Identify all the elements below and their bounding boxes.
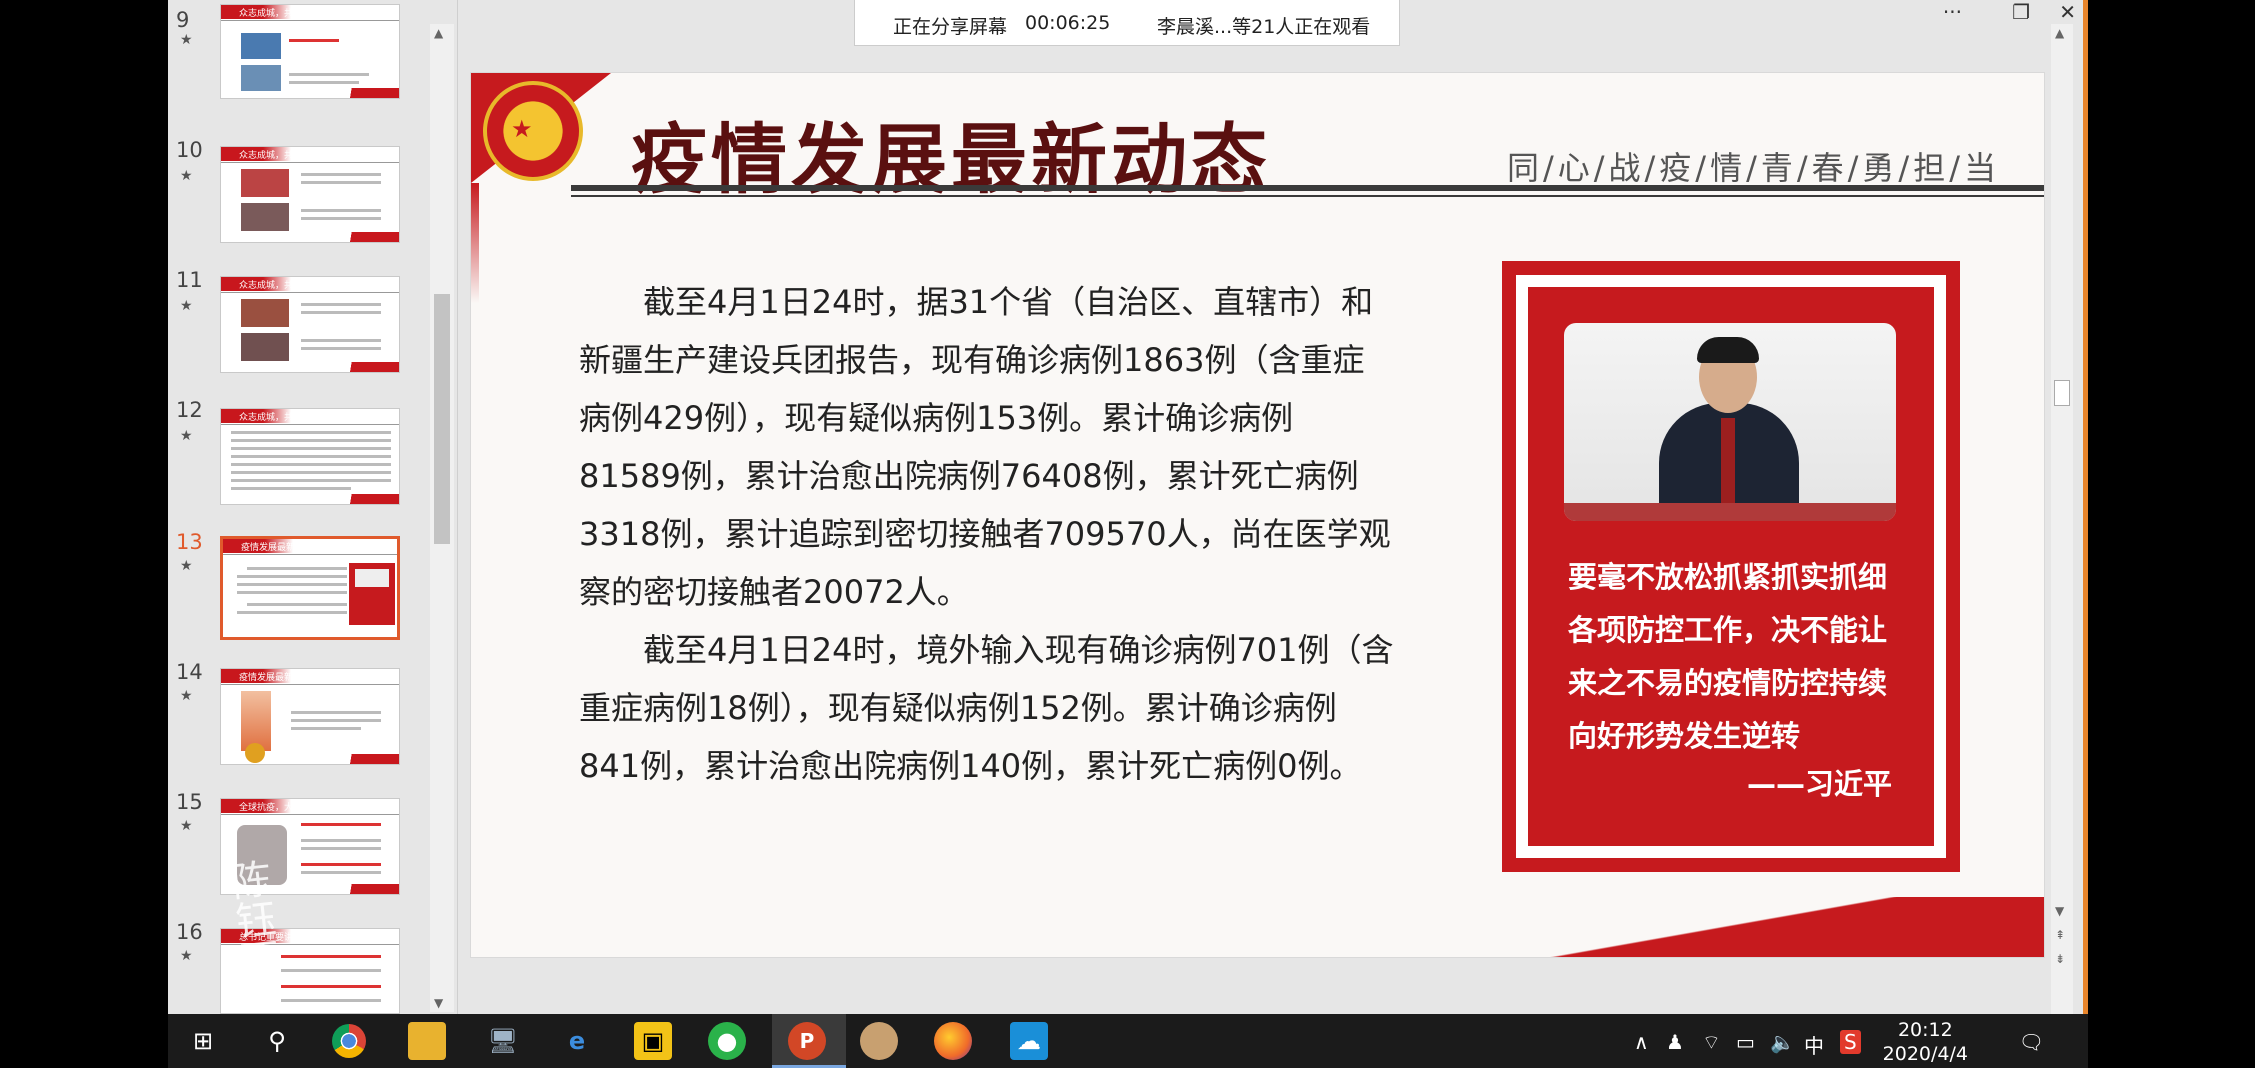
- next-slide-icon[interactable]: ⇟: [2055, 952, 2065, 966]
- animation-star-icon: ★: [180, 428, 193, 444]
- thumb-title: 众志成城，共同抗疫: [239, 413, 321, 423]
- quote-box[interactable]: 要毫不放松抓紧抓实抓细各项防控工作，决不能让来之不易的疫情防控持续向好形势发生逆…: [1502, 261, 1960, 872]
- animation-star-icon: ★: [180, 688, 193, 704]
- portrait-photo: [1564, 323, 1896, 521]
- thumb-number: 9: [176, 8, 190, 32]
- paragraph-imported: 截至4月1日24时，境外输入现有确诊病例701例（含重症病例18例），现有疑似病…: [579, 631, 1394, 785]
- more-options-icon[interactable]: ···: [1943, 0, 1962, 24]
- previous-slide-icon[interactable]: ⇞: [2055, 928, 2065, 942]
- thumb-title: 众志成城，共同抗疫: [239, 281, 321, 291]
- share-duration: 00:06:25: [1025, 12, 1111, 34]
- cloud-app-icon[interactable]: ☁: [1010, 1022, 1048, 1060]
- scroll-down-arrow-icon[interactable]: ▼: [434, 996, 443, 1010]
- quote-author: ——习近平: [1746, 767, 1892, 801]
- close-icon[interactable]: ✕: [2059, 0, 2076, 24]
- window-edge-right: [2083, 0, 2088, 1016]
- search-icon[interactable]: ⚲: [258, 1022, 296, 1060]
- tray-expand-icon[interactable]: ∧: [1634, 1030, 1649, 1054]
- qq-icon[interactable]: ♟: [1666, 1030, 1684, 1054]
- animation-star-icon: ★: [180, 558, 193, 574]
- scroll-down-arrow-icon[interactable]: ▼: [2055, 904, 2064, 918]
- slide-scrollbar[interactable]: ▲ ▼ ⇞ ⇟: [2051, 24, 2073, 1014]
- animation-star-icon: ★: [180, 32, 193, 48]
- powerpoint-icon[interactable]: P: [788, 1022, 826, 1060]
- title-divider: [571, 185, 2044, 191]
- cat-app-icon[interactable]: [860, 1022, 898, 1060]
- file-explorer-icon[interactable]: [408, 1022, 446, 1060]
- clock-date: 2020/4/4: [1882, 1043, 1968, 1065]
- thumb-preview[interactable]: 疫情发展最新动态: [220, 668, 400, 765]
- quote-text: 要毫不放松抓紧抓实抓细各项防控工作，决不能让来之不易的疫情防控持续向好形势发生逆…: [1568, 560, 1888, 753]
- thumb-title: 疫情发展最新动态: [241, 543, 314, 553]
- share-status: 正在分享屏幕: [893, 16, 1008, 38]
- thumb-title: 疫情发展最新动态: [239, 673, 312, 683]
- network-icon[interactable]: ⌔: [1702, 1030, 1721, 1055]
- thumb-number: 15: [176, 790, 203, 814]
- thumb-title: 众志成城，共同抗疫: [239, 151, 321, 161]
- computer-icon[interactable]: 🖥: [484, 1022, 522, 1060]
- restore-window-icon[interactable]: ❐: [2012, 0, 2030, 24]
- chrome-icon[interactable]: [332, 1024, 366, 1058]
- animation-star-icon: ★: [180, 818, 193, 834]
- notification-icon[interactable]: 🗨: [2019, 1030, 2044, 1054]
- thumb-title: 众志成城，共同抗疫: [239, 9, 321, 19]
- thumbnail-scrollbar[interactable]: ▲ ▼: [430, 24, 454, 1012]
- thumb-number: 14: [176, 660, 203, 684]
- slide-subtitle[interactable]: 同/心/战/疫/情/青/春/勇/担/当: [1507, 143, 2000, 189]
- thumb-number: 16: [176, 920, 203, 944]
- ime-indicator[interactable]: 中: [1804, 1030, 1824, 1059]
- thumb-number: 12: [176, 398, 203, 422]
- slide-title[interactable]: 疫情发展最新动态: [631, 98, 1271, 208]
- wechat-icon[interactable]: ●: [708, 1022, 746, 1060]
- edge-icon[interactable]: e: [558, 1022, 596, 1060]
- scrollbar-thumb[interactable]: [2054, 380, 2070, 406]
- battery-icon[interactable]: ▭: [1736, 1030, 1755, 1054]
- taskbar: ⊞ ⚲ 🖥 e ▣ ● P ☁ ∧ ♟ ⌔ ▭ 🔈 中 S 20:12 2020…: [168, 1014, 2088, 1068]
- thumb-preview[interactable]: 众志成城，共同抗疫: [220, 408, 400, 505]
- thumb-preview[interactable]: 众志成城，共同抗疫: [220, 146, 400, 243]
- thumb-preview[interactable]: 众志成城，共同抗疫: [220, 276, 400, 373]
- paragraph-domestic: 截至4月1日24时，据31个省（自治区、直辖市）和新疆生产建设兵团报告，现有确诊…: [579, 283, 1391, 611]
- screen-share-bar[interactable]: 正在分享屏幕 00:06:25 李晨溪...等21人正在观看: [854, 0, 1400, 46]
- sticky-notes-icon[interactable]: ▣: [634, 1022, 672, 1060]
- slide-body-text[interactable]: 截至4月1日24时，据31个省（自治区、直辖市）和新疆生产建设兵团报告，现有确诊…: [579, 273, 1394, 795]
- scroll-up-arrow-icon[interactable]: ▲: [2055, 26, 2064, 40]
- league-emblem-icon: ★: [483, 81, 583, 181]
- thumb-number: 13: [176, 530, 203, 554]
- volume-icon[interactable]: 🔈: [1770, 1030, 1795, 1054]
- thumb-number: 10: [176, 138, 203, 162]
- animation-star-icon: ★: [180, 948, 193, 964]
- animation-star-icon: ★: [180, 168, 193, 184]
- thumb-title: 全球抗疫，大国担当: [239, 803, 321, 813]
- windows-start-icon[interactable]: ⊞: [184, 1022, 222, 1060]
- screen: 9 ★ 众志成城，共同抗疫 10 ★ 众志成城，共同抗疫 11 ★ 众志成城，共…: [168, 0, 2088, 1068]
- firefox-icon[interactable]: [934, 1022, 972, 1060]
- animation-star-icon: ★: [180, 298, 193, 314]
- thumb-preview[interactable]: 众志成城，共同抗疫: [220, 4, 400, 99]
- thumb-preview-selected[interactable]: 疫情发展最新动态: [220, 536, 400, 640]
- clock-time: 20:12: [1897, 1019, 1953, 1041]
- thumb-number: 11: [176, 268, 203, 292]
- clock[interactable]: 20:12 2020/4/4: [1883, 1018, 1968, 1066]
- slide-thumbnail-pane: 9 ★ 众志成城，共同抗疫 10 ★ 众志成城，共同抗疫 11 ★ 众志成城，共…: [168, 0, 458, 1014]
- slide-edit-area: ★ 疫情发展最新动态 同/心/战/疫/情/青/春/勇/担/当 截至4月1日24时…: [458, 0, 2073, 1014]
- sogou-input-icon[interactable]: S: [1840, 1030, 1861, 1054]
- current-slide[interactable]: ★ 疫情发展最新动态 同/心/战/疫/情/青/春/勇/担/当 截至4月1日24时…: [470, 72, 2045, 958]
- scrollbar-thumb[interactable]: [434, 294, 450, 544]
- viewer-count[interactable]: 李晨溪...等21人正在观看: [1157, 12, 1370, 39]
- scroll-up-arrow-icon[interactable]: ▲: [434, 26, 443, 40]
- slide-red-swoosh: [1484, 897, 2044, 957]
